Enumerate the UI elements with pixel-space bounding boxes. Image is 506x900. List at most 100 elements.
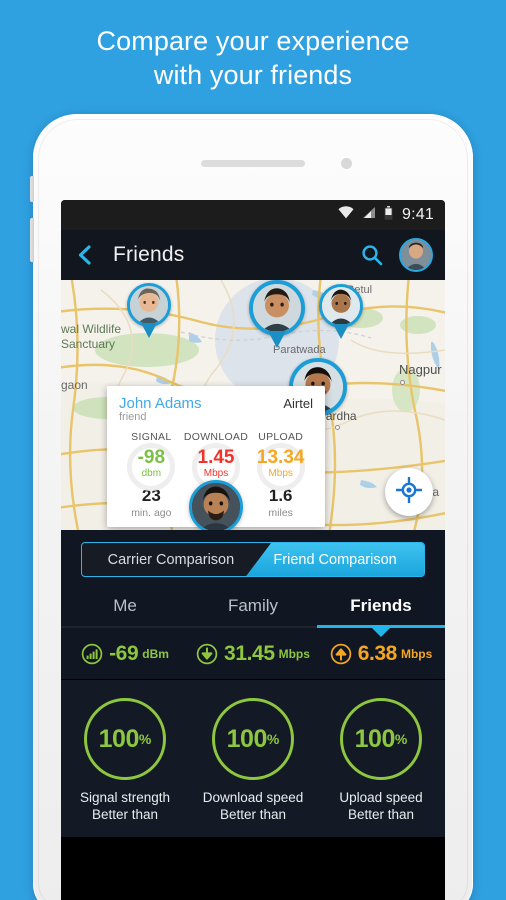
- group-tabs: Me Family Friends: [61, 587, 445, 626]
- percentile-upload-label: Upload speed Better than: [317, 789, 445, 823]
- page-title: Friends: [113, 243, 185, 266]
- percentile-circle-upload: 100%: [340, 698, 422, 780]
- percentile-circle-download: 100%: [212, 698, 294, 780]
- percentile-download-sign: %: [266, 731, 280, 747]
- percentile-circle-signal: 100%: [84, 698, 166, 780]
- metric-value-upload: 13.34: [256, 447, 305, 468]
- map-label-sanctuary-line2: Sanctuary: [61, 337, 116, 351]
- avatar[interactable]: [399, 238, 433, 272]
- phone-speaker-grille: [201, 160, 305, 167]
- metric-label-upload: UPLOAD: [258, 431, 304, 443]
- stat-upload: 6.38 Mbps: [317, 642, 445, 666]
- info-card-distance-label: miles: [268, 507, 293, 519]
- stat-signal: -69 dBm: [61, 642, 189, 666]
- metric-unit-signal: dbm: [141, 468, 162, 479]
- stat-download-unit: Mbps: [278, 647, 310, 661]
- map-pin-tail-1: [141, 323, 157, 338]
- info-card-metric-signal: SIGNAL -98 dbm: [119, 431, 184, 491]
- info-card-metrics: SIGNAL -98 dbm DOWNLOAD 1.45 Mbps UPLOAD…: [119, 431, 313, 491]
- stat-download-value: 31.45: [224, 642, 275, 665]
- promo-headline: Compare your experience with your friend…: [0, 24, 506, 92]
- percentile-download-label: Download speed Better than: [189, 789, 317, 823]
- info-card-time-label: min. ago: [131, 507, 172, 519]
- map-city-dot-nagpur: [400, 380, 405, 385]
- percentile-upload-label-line2: Better than: [347, 807, 415, 822]
- percentile-upload-value: 100: [354, 724, 396, 753]
- map-label-gaon: gaon: [61, 378, 88, 392]
- phone-mockup: 9:41 Friends Paratwada Nagpur Wardha wal…: [30, 114, 473, 900]
- status-bar: 9:41: [61, 200, 445, 230]
- map-pin-friend-2[interactable]: [249, 280, 305, 350]
- map-pin-avatar-1: [127, 283, 171, 327]
- tab-me[interactable]: Me: [61, 587, 189, 626]
- phone-screen: 9:41 Friends Paratwada Nagpur Wardha wal…: [61, 200, 445, 900]
- wifi-icon: [338, 206, 354, 224]
- percentile-signal-label: Signal strength Better than: [61, 789, 189, 823]
- comparison-panel: Carrier Comparison Friend Comparison Me …: [61, 530, 445, 897]
- map-view[interactable]: Betul Paratwada Nagpur Wardha wal Wildli…: [61, 280, 445, 530]
- phone-side-button-bottom: [30, 218, 34, 262]
- segment-carrier-comparison[interactable]: Carrier Comparison: [82, 543, 260, 576]
- percentile-upload: 100% Upload speed Better than: [317, 698, 445, 823]
- info-card-relation: friend: [119, 411, 147, 423]
- battery-icon: [384, 205, 393, 225]
- percentile-signal: 100% Signal strength Better than: [61, 698, 189, 823]
- stat-upload-value: 6.38: [357, 642, 398, 665]
- segment-friend-comparison[interactable]: Friend Comparison: [246, 543, 424, 576]
- percentile-upload-label-line1: Upload speed: [339, 790, 423, 805]
- friend-info-card[interactable]: John Adams Airtel friend SIGNAL -98 dbm …: [107, 386, 325, 530]
- percentile-circles: 100% Signal strength Better than 100% Do…: [61, 680, 445, 837]
- stat-upload-unit: Mbps: [400, 647, 433, 661]
- stat-signal-value: -69: [109, 642, 139, 665]
- headline-line-2: with your friends: [153, 60, 353, 90]
- percentile-download: 100% Download speed Better than: [189, 698, 317, 823]
- percentile-upload-sign: %: [394, 731, 408, 747]
- tab-family[interactable]: Family: [189, 587, 317, 626]
- headline-line-1: Compare your experience: [96, 26, 410, 56]
- info-card-carrier: Airtel: [283, 396, 313, 411]
- phone-side-button-top: [30, 176, 34, 202]
- map-label-nagpur: Nagpur: [399, 362, 442, 377]
- my-location-icon: [395, 475, 423, 508]
- stat-signal-unit: dBm: [142, 647, 169, 661]
- screen-bottom-fill: [61, 837, 445, 897]
- info-card-metric-upload: UPLOAD 13.34 Mbps: [248, 431, 313, 491]
- cellular-signal-icon: [362, 206, 376, 224]
- download-arrow-icon: [196, 643, 218, 665]
- metric-unit-download: Mbps: [203, 468, 229, 479]
- percentile-download-label-line1: Download speed: [202, 790, 304, 805]
- metric-value-download: 1.45: [197, 447, 235, 468]
- map-pin-tail-2: [268, 331, 286, 348]
- info-card-name: John Adams: [119, 395, 202, 412]
- map-pin-tail-3: [333, 324, 349, 339]
- metric-label-signal: SIGNAL: [131, 431, 172, 443]
- signal-bars-icon: [81, 643, 103, 665]
- john-adams-avatar[interactable]: [189, 480, 243, 530]
- my-location-button[interactable]: [385, 468, 433, 516]
- map-pin-friend-1[interactable]: [127, 283, 171, 339]
- percentile-download-value: 100: [226, 724, 268, 753]
- tab-underline: [61, 625, 445, 637]
- tab-active-caret-icon: [371, 628, 390, 637]
- metric-label-download: DOWNLOAD: [183, 431, 249, 443]
- status-bar-time: 9:41: [402, 206, 434, 223]
- info-card-metric-download: DOWNLOAD 1.45 Mbps: [183, 431, 249, 491]
- map-label-sanctuary-line1: wal Wildlife: [61, 322, 122, 336]
- search-icon[interactable]: [361, 244, 383, 266]
- map-pin-avatar-2: [249, 280, 305, 336]
- percentile-signal-label-line1: Signal strength: [79, 790, 171, 805]
- back-chevron-icon[interactable]: [75, 245, 95, 265]
- phone-front-camera: [341, 158, 352, 169]
- percentile-download-label-line2: Better than: [219, 807, 287, 822]
- percentile-signal-value: 100: [98, 724, 140, 753]
- metric-value-signal: -98: [137, 447, 166, 468]
- percentile-signal-label-line2: Better than: [91, 807, 159, 822]
- map-pin-friend-3[interactable]: [319, 284, 363, 340]
- metric-unit-upload: Mbps: [268, 468, 293, 479]
- map-pin-avatar-3: [319, 284, 363, 328]
- app-bar: Friends: [61, 230, 445, 280]
- stat-download: 31.45 Mbps: [189, 642, 317, 666]
- percentile-signal-sign: %: [138, 731, 152, 747]
- comparison-mode-toggle[interactable]: Carrier Comparison Friend Comparison: [81, 542, 425, 577]
- tab-friends[interactable]: Friends: [317, 587, 445, 626]
